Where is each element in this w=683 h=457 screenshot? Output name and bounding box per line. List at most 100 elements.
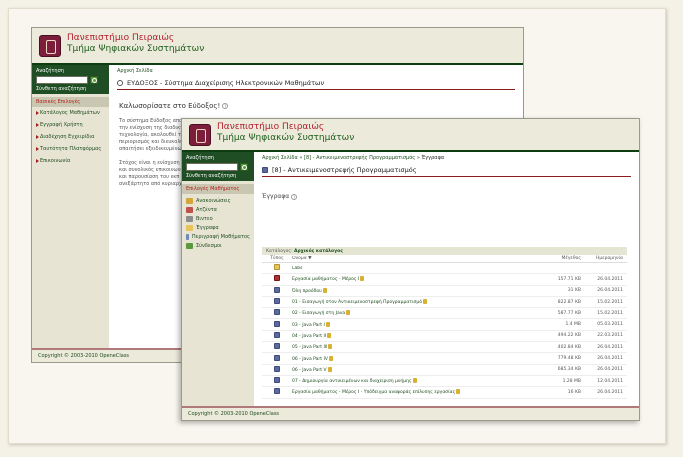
table-row[interactable]: 05 - Java Part III 402.84 KB 26.04.2011 xyxy=(262,342,627,354)
document-link[interactable]: 03 - Java Part I xyxy=(292,323,325,328)
table-row[interactable]: 04 - Java Part II 494.22 KB 22.03.2011 xyxy=(262,331,627,343)
size-cell: 1.28 MB xyxy=(562,378,581,384)
search-input[interactable] xyxy=(186,163,238,171)
column-name[interactable]: Όνομα ▼ xyxy=(292,256,523,261)
document-link[interactable]: 04 - Java Part II xyxy=(292,334,326,339)
table-row[interactable]: 03 - Java Part I 1.4 MB 05.03.2011 xyxy=(262,319,627,331)
tool-label: Ατζέντα xyxy=(196,206,217,213)
nav-contact[interactable]: Επικοινωνία xyxy=(32,155,109,167)
table-row[interactable]: Εργασία μαθήματος - Μέρος I 157.71 KB 26.0… xyxy=(262,274,627,286)
intro-line: περιορισμός και διευκολύ xyxy=(119,139,184,145)
document-file-icon xyxy=(274,298,280,305)
size-cell: 16 KB xyxy=(567,389,581,395)
document-link[interactable]: Όλη προόδου xyxy=(292,289,322,294)
type-cell xyxy=(262,298,292,306)
breadcrumb-home[interactable]: Αρχική Σελίδα xyxy=(262,155,298,161)
tool-announcements[interactable]: Ανακοινώσεις xyxy=(182,196,254,205)
university-logo-icon xyxy=(189,124,211,146)
table-row[interactable]: Όλη προόδου 31 KB 26.04.2011 xyxy=(262,286,627,297)
date-cell: 26.04.2011 xyxy=(597,344,623,350)
document-link[interactable]: 05 - Java Part III xyxy=(292,345,327,350)
search-button[interactable] xyxy=(240,163,248,171)
document-link[interactable]: Labs xyxy=(292,266,302,271)
search-label: Αναζήτηση xyxy=(36,68,64,74)
page-title: [8] - Αντικειμενοστρεφής Προγραμματισμός xyxy=(262,166,631,177)
breadcrumb-course[interactable]: [8] - Αντικειμενοστρεφής Προγραμματισμός xyxy=(304,155,415,161)
table-row[interactable]: Εργασία μαθήματος - Μέρος I - Υπόδειγμα … xyxy=(262,387,627,399)
table-row[interactable]: 02 - Εισαγωγή στη Java 587.77 KB 15.02.201… xyxy=(262,308,627,320)
tool-links[interactable]: Σύνδεσμοι xyxy=(182,241,254,250)
search-label: Αναζήτηση xyxy=(186,155,214,161)
size-cell: 1.4 MB xyxy=(565,322,581,328)
document-link[interactable]: 06 - Java Part IV xyxy=(292,357,328,362)
document-link[interactable]: 07 - Δημιουργία αντικειμένων και διαχείρ… xyxy=(292,379,412,384)
table-row[interactable]: 06 - Java Part IV 779.48 KB 26.04.2011 xyxy=(262,353,627,365)
video-icon xyxy=(186,215,193,222)
size-cell: 157.71 KB xyxy=(557,276,581,282)
date-cell: 12.04.2011 xyxy=(597,378,623,384)
document-link[interactable]: Εργασία μαθήματος - Μέρος I - Υπόδειγμα … xyxy=(292,390,455,395)
breadcrumb-home[interactable]: Αρχική Σελίδα xyxy=(117,68,153,74)
type-cell xyxy=(262,365,292,374)
goal-line: ανεξάρτητο από κυριαρχίες xyxy=(119,181,190,187)
size-cell: 779.48 KB xyxy=(557,356,581,362)
site-header: Πανεπιστήμιο Πειραιώς Τμήμα Ψηφιακών Συσ… xyxy=(32,28,523,65)
site-header: Πανεπιστήμιο Πειραιώς Τμήμα Ψηφιακών Συσ… xyxy=(182,119,639,152)
search-button[interactable] xyxy=(90,76,98,84)
name-cell: Όλη προόδου xyxy=(292,287,523,294)
folder-icon xyxy=(274,264,280,271)
help-icon[interactable]: ? xyxy=(291,193,298,200)
name-cell: 06 - Java Part V xyxy=(292,366,523,373)
help-icon[interactable]: ? xyxy=(222,103,229,109)
university-logo-icon xyxy=(39,35,61,57)
document-link[interactable]: Εργασία μαθήματος - Μέρος I xyxy=(292,277,359,282)
calendar-icon xyxy=(186,206,193,213)
document-link[interactable]: 06 - Java Part V xyxy=(292,368,327,373)
goal-line: Στόχος είναι η ενίσχυση τ xyxy=(119,160,185,166)
document-link[interactable]: 02 - Εισαγωγή στη Java xyxy=(292,311,345,316)
date-cell: 26.04.2011 xyxy=(597,276,623,282)
department-name: Τμήμα Ψηφιακών Συστημάτων xyxy=(217,133,355,143)
nav-platform-identity[interactable]: Ταυτότητα Πλατφόρμας xyxy=(32,143,109,155)
directory-label: Κατάλογος: xyxy=(266,249,293,254)
page-title: ΕΥΔΟΞΟΣ - Σύστημα Διαχείρισης Ηλεκτρονικ… xyxy=(117,79,515,90)
page-title-text: ΕΥΔΟΞΟΣ - Σύστημα Διαχείρισης Ηλεκτρονικ… xyxy=(127,79,325,87)
lock-icon xyxy=(412,378,417,384)
intro-line: Το σύστημα Εύδοξος απο xyxy=(119,118,183,124)
table-row[interactable]: 06 - Java Part V 685.34 KB 26.04.2011 xyxy=(262,365,627,376)
sidebar: Αναζήτηση Σύνθετη αναζήτηση Επιλογές Μαθ… xyxy=(182,152,254,406)
tool-agenda[interactable]: Ατζέντα xyxy=(182,205,254,214)
table-row[interactable]: 01 - Εισαγωγή στον Αντικειμενοστρεφή Προ… xyxy=(262,297,627,309)
breadcrumb: Αρχική Σελίδα » [8] - Αντικειμενοστρεφής… xyxy=(254,152,639,161)
subtitle-text: Έγγραφα xyxy=(262,193,290,200)
intro-line: απαιτήσει εξειδικευμένων τ xyxy=(119,146,190,152)
tool-documents[interactable]: Έγγραφα xyxy=(182,223,254,232)
size-cell: 402.84 KB xyxy=(557,344,581,350)
advanced-search-link[interactable]: Σύνθετη αναζήτηση xyxy=(186,173,251,179)
info-icon xyxy=(186,233,189,240)
column-size: Μέγεθος xyxy=(561,256,581,261)
advanced-search-link[interactable]: Σύνθετη αναζήτηση xyxy=(36,86,106,92)
search-box: Αναζήτηση Σύνθετη αναζήτηση xyxy=(182,152,254,181)
type-cell xyxy=(262,286,292,295)
tool-video[interactable]: Βιντεο xyxy=(182,214,254,223)
type-cell xyxy=(262,354,292,363)
type-cell xyxy=(262,309,292,317)
table-row[interactable]: Labs xyxy=(262,263,627,275)
search-input[interactable] xyxy=(36,76,88,84)
tool-label: Ανακοινώσεις xyxy=(196,197,231,204)
document-link[interactable]: 01 - Εισαγωγή στον Αντικειμενοστρεφή Προ… xyxy=(292,300,422,305)
date-cell: 26.04.2011 xyxy=(597,288,623,294)
type-cell xyxy=(262,320,292,329)
document-file-icon xyxy=(274,377,280,384)
section-subtitle: Έγγραφα? xyxy=(262,193,639,200)
nav-manuals[interactable]: Διαδέχηση Εγχειρίδια xyxy=(32,131,109,143)
type-cell xyxy=(262,343,292,351)
nav-user-registration[interactable]: Εγγραφή Χρήστη xyxy=(32,119,109,131)
pdf-file-icon xyxy=(274,275,280,282)
tool-course-description[interactable]: Περιγραφή Μαθήματος xyxy=(182,232,254,241)
name-cell: Εργασία μαθήματος - Μέρος I xyxy=(292,276,523,282)
nav-course-catalog[interactable]: Κατάλογος Μαθημάτων xyxy=(32,107,109,119)
table-row[interactable]: 07 - Δημιουργία αντικειμένων και διαχείρ… xyxy=(262,376,627,388)
document-file-icon xyxy=(274,331,280,338)
